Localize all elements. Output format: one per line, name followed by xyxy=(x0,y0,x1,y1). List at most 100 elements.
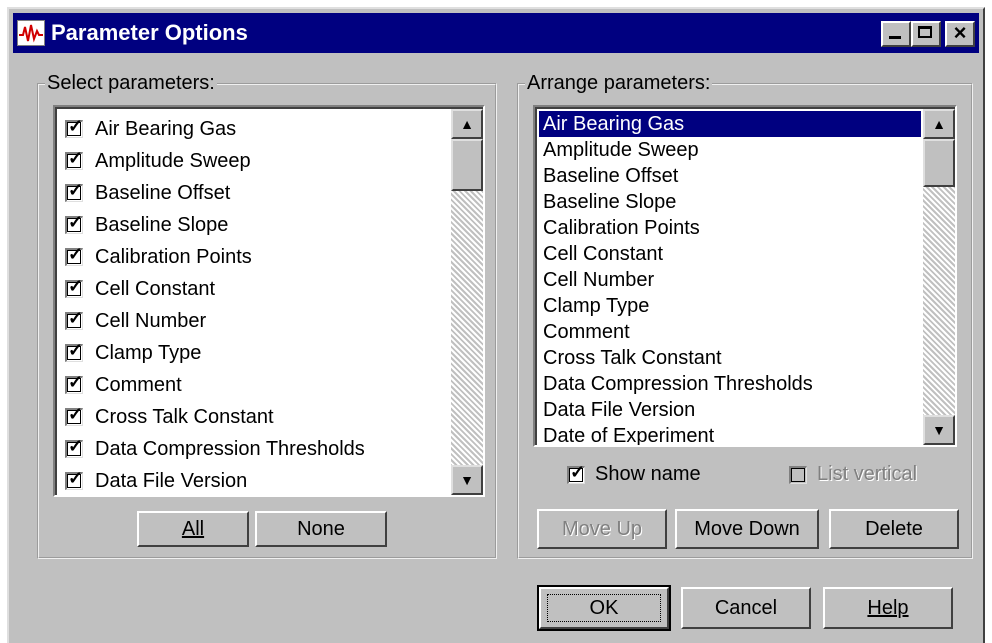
checkmark-icon: ✓ xyxy=(68,404,84,424)
parameter-checkbox[interactable]: ✓ xyxy=(65,404,84,426)
minimize-button[interactable] xyxy=(881,21,911,47)
checkmark-icon: ✓ xyxy=(68,436,84,456)
list-item[interactable]: Calibration Points xyxy=(539,215,921,241)
list-item[interactable]: ✓ Calibration Points xyxy=(65,241,252,273)
maximize-button[interactable] xyxy=(911,21,941,47)
list-item[interactable]: Clamp Type xyxy=(539,293,921,319)
parameter-checkbox[interactable]: ✓ xyxy=(65,308,84,330)
title-bar[interactable]: Parameter Options × xyxy=(13,13,979,53)
parameter-checkbox[interactable]: ✓ xyxy=(65,436,84,458)
parameter-checkbox[interactable]: ✓ xyxy=(65,181,83,202)
list-item[interactable]: ✓ Clamp Type xyxy=(65,337,201,369)
list-item[interactable]: Air Bearing Gas xyxy=(539,111,921,137)
parameter-label: Calibration Points xyxy=(95,245,252,268)
list-item[interactable]: ✓ Comment xyxy=(65,369,182,401)
help-button[interactable]: Help xyxy=(823,587,953,629)
list-vertical-checkbox xyxy=(789,465,807,484)
list-item[interactable]: ✓ Baseline Slope xyxy=(65,209,228,241)
show-name-option[interactable]: ✓ Show name xyxy=(567,463,701,486)
select-all-button[interactable]: All xyxy=(137,511,249,547)
arrange-parameters-label: Arrange parameters: xyxy=(525,71,713,95)
checkmark-icon: ✓ xyxy=(570,461,586,482)
arrow-up-icon: ▲ xyxy=(460,116,474,132)
parameter-checkbox[interactable]: ✓ xyxy=(65,372,84,394)
arrow-up-icon: ▲ xyxy=(932,116,946,132)
window-title: Parameter Options xyxy=(51,20,248,45)
list-vertical-option: List vertical xyxy=(789,463,917,486)
list-item[interactable]: Data File Version xyxy=(539,397,921,423)
list-item[interactable]: Cell Number xyxy=(539,267,921,293)
list-item[interactable]: ✓ Air Bearing Gas xyxy=(65,113,236,145)
parameter-label: Amplitude Sweep xyxy=(95,149,251,172)
show-name-checkbox[interactable]: ✓ xyxy=(567,461,586,484)
select-parameters-list[interactable]: ✓ Air Bearing Gas ✓ Amplitude Sweep ✓ Baselin… xyxy=(53,105,485,497)
scroll-down-button[interactable]: ▼ xyxy=(923,415,955,445)
list-item[interactable]: Comment xyxy=(539,319,921,345)
list-item[interactable]: ✓ Amplitude Sweep xyxy=(65,145,251,177)
scroll-up-button[interactable]: ▲ xyxy=(923,109,955,139)
parameter-checkbox[interactable]: ✓ xyxy=(65,468,84,490)
select-none-button[interactable]: None xyxy=(255,511,387,547)
checkmark-icon: ✓ xyxy=(68,468,84,488)
select-parameters-label: Select parameters: xyxy=(45,71,217,95)
select-parameters-group: Select parameters: ✓ Air Bearing Gas ✓ Ampl… xyxy=(37,71,497,559)
scroll-thumb[interactable] xyxy=(923,139,955,187)
list-item[interactable]: ✓ Cross Talk Constant xyxy=(65,401,274,433)
delete-button[interactable]: Delete xyxy=(829,509,959,549)
move-up-label: Move Up xyxy=(561,518,643,540)
list-item[interactable]: Amplitude Sweep xyxy=(539,137,921,163)
close-button[interactable]: × xyxy=(945,21,975,47)
parameter-options-dialog: Parameter Options × Select parameters: ✓… xyxy=(7,7,985,643)
checkmark-icon: ✓ xyxy=(68,340,84,360)
list-item[interactable]: ✓ Data File Version xyxy=(65,465,248,495)
list-item[interactable]: Baseline Offset xyxy=(539,163,921,189)
arrange-parameters-list[interactable]: Air Bearing Gas Amplitude Sweep Baseline O… xyxy=(533,105,957,447)
parameter-label: Data File Version xyxy=(95,469,248,492)
list-item[interactable]: ✓ Cell Number xyxy=(65,305,206,337)
close-icon: × xyxy=(953,20,967,45)
parameter-label: Baseline Slope xyxy=(95,213,229,236)
scroll-down-button[interactable]: ▼ xyxy=(451,465,483,495)
parameter-checkbox[interactable]: ✓ xyxy=(65,277,83,298)
scroll-thumb[interactable] xyxy=(451,139,483,191)
parameter-label: Cross Talk Constant xyxy=(95,405,274,428)
scroll-up-button[interactable]: ▲ xyxy=(451,109,483,139)
cancel-label: Cancel xyxy=(714,597,778,619)
parameter-checkbox[interactable]: ✓ xyxy=(65,245,83,266)
list-item[interactable]: Data Compression Thresholds xyxy=(539,371,921,397)
show-name-label: Show name xyxy=(595,463,701,485)
parameter-label: Comment xyxy=(95,373,182,396)
move-down-label: Move Down xyxy=(694,518,800,540)
parameter-checkbox[interactable]: ✓ xyxy=(65,116,84,138)
parameter-checkbox[interactable]: ✓ xyxy=(65,148,84,170)
checkmark-icon: ✓ xyxy=(68,372,84,392)
parameter-label: Cell Constant xyxy=(95,277,216,300)
ok-button[interactable]: OK xyxy=(537,585,671,631)
list-item[interactable]: Cross Talk Constant xyxy=(539,345,921,371)
list-item[interactable]: Date of Experiment xyxy=(539,423,921,445)
parameter-label: Data Compression Thresholds xyxy=(95,437,365,460)
cancel-button[interactable]: Cancel xyxy=(681,587,811,629)
delete-label: Delete xyxy=(865,518,923,540)
parameter-label: Baseline Offset xyxy=(95,181,231,204)
select-list-scrollbar[interactable]: ▲ ▼ xyxy=(451,109,483,495)
move-down-button[interactable]: Move Down xyxy=(675,509,819,549)
checkmark-icon: ✓ xyxy=(68,212,84,232)
none-label: None xyxy=(297,518,345,540)
waveform-app-icon xyxy=(17,20,45,46)
list-item[interactable]: ✓ Data Compression Thresholds xyxy=(65,433,365,465)
checkmark-icon: ✓ xyxy=(68,116,84,136)
parameter-label: Air Bearing Gas xyxy=(95,117,237,140)
list-item[interactable]: ✓ Baseline Offset xyxy=(65,177,230,209)
arrow-down-icon: ▼ xyxy=(460,472,474,488)
list-item[interactable]: ✓ Cell Constant xyxy=(65,273,215,305)
parameter-checkbox[interactable]: ✓ xyxy=(65,340,84,362)
move-up-button: Move Up xyxy=(537,509,667,549)
checkmark-icon: ✓ xyxy=(68,308,84,328)
arrange-list-scrollbar[interactable]: ▲ ▼ xyxy=(923,109,955,445)
list-item[interactable]: Cell Constant xyxy=(539,241,921,267)
list-item[interactable]: Baseline Slope xyxy=(539,189,921,215)
checkmark-icon: ✓ xyxy=(68,148,84,168)
parameter-checkbox[interactable]: ✓ xyxy=(65,212,84,234)
all-label: All xyxy=(181,518,205,540)
